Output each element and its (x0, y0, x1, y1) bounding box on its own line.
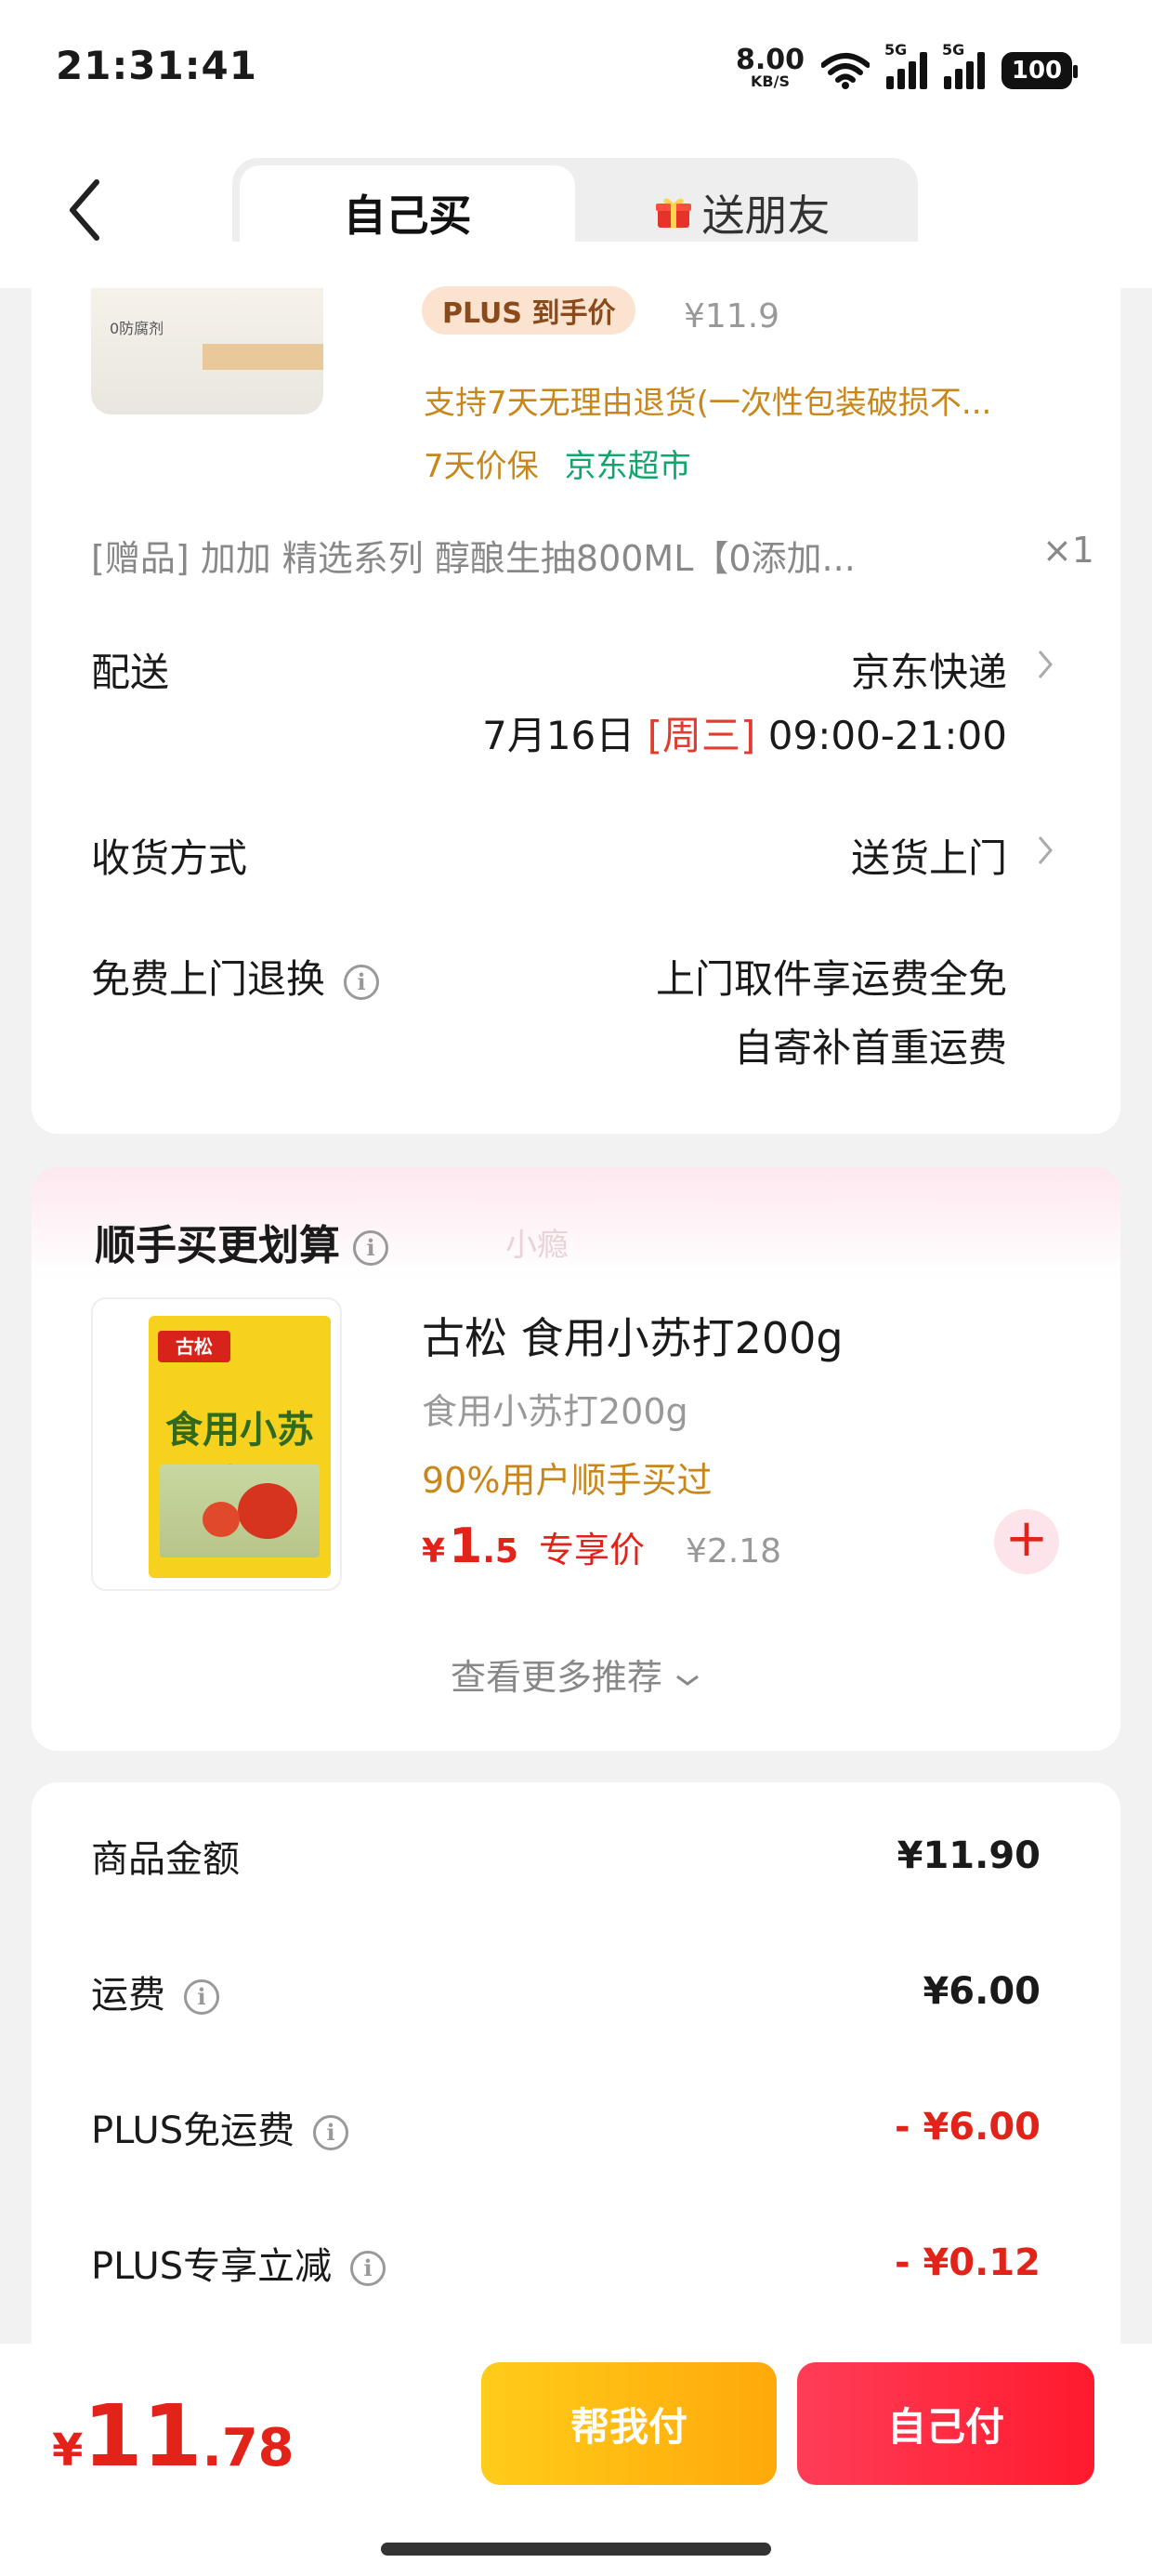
chevron-right-icon[interactable] (1037, 835, 1054, 866)
return-policy: 支持7天无理由退货(一次性包装破损不... (424, 385, 992, 422)
signal-1-label: 5G (884, 41, 908, 59)
price-protect-tag: 7天价保 (424, 448, 539, 485)
recommend-title: 顺手买更划算 (95, 1222, 340, 1269)
chevron-right-icon[interactable] (1037, 649, 1054, 680)
signal-2-label: 5G (942, 41, 965, 59)
info-icon[interactable]: i (344, 964, 380, 1000)
receive-method-label: 收货方式 (91, 835, 248, 881)
info-icon[interactable]: i (350, 2251, 386, 2286)
gift-icon (655, 198, 691, 228)
plus-price-badge: PLUS 到手价 (422, 286, 636, 335)
recommend-product-spec: 食用小苏打200g (422, 1391, 688, 1432)
summary-label: 运费 (91, 1974, 165, 2017)
watermark: 小瘾 (505, 1227, 569, 1264)
summary-label: 商品金额 (91, 1838, 240, 1881)
free-return-label: 免费上门退换 (91, 956, 326, 1002)
status-bar: 21:31:41 8.00 KB/S 5G 5G 100 (0, 0, 1152, 139)
price-integer: 1 (449, 1518, 483, 1574)
price-decimal: .5 (482, 1532, 518, 1571)
recommend-product-price: ¥ 1 .5 专享价 ¥2.18 (422, 1518, 781, 1574)
gift-item-text: [赠品] 加加 精选系列 醇酿生抽800ML【0添加... (91, 538, 856, 579)
network-speed-unit: KB/S (751, 72, 790, 90)
summary-label: PLUS专享立减 (91, 2245, 333, 2288)
summary-row-goods: 商品金额 ¥11.90 (91, 1829, 1041, 1883)
battery-icon: 100 (1001, 52, 1078, 89)
chevron-down-icon (676, 1675, 699, 1686)
summary-value: - ¥0.12 (894, 2241, 1041, 2284)
add-to-order-button[interactable]: + (994, 1509, 1059, 1574)
total-decimal: .78 (202, 2418, 295, 2478)
home-indicator[interactable] (381, 2543, 771, 2556)
service-tags: 7天价保 京东超市 (424, 440, 691, 486)
info-icon[interactable]: i (184, 1979, 219, 2015)
cell-signal-icon: 5G (884, 41, 927, 89)
summary-value: ¥11.90 (897, 1834, 1041, 1877)
receive-method-value[interactable]: 送货上门 (851, 827, 1007, 884)
total-currency: ¥ (52, 2425, 84, 2477)
delivery-label: 配送 (91, 650, 170, 695)
plus-price: ¥11.9 (684, 297, 780, 335)
order-item-card: 0防腐剂 PLUS 到手价 ¥11.9 支持7天无理由退货(一次性包装破损不..… (32, 242, 1120, 1134)
product-thumbnail-caption: 0防腐剂 (110, 320, 164, 337)
delivery-method[interactable]: 京东快递 (851, 641, 1007, 698)
network-speed-value: 8.00 (735, 44, 805, 76)
price-currency: ¥ (422, 1532, 446, 1571)
see-more-label: 查看更多推荐 (450, 1657, 662, 1698)
summary-row-plus-discount: PLUS专享立减 i - ¥0.12 (91, 2236, 1041, 2290)
recommend-product-hint: 90%用户顺手买过 (422, 1460, 713, 1501)
recommend-product-name[interactable]: 古松 食用小苏打200g (422, 1305, 844, 1366)
summary-row-plus-free-shipping: PLUS免运费 i - ¥6.00 (91, 2100, 1041, 2154)
see-more-recommendations[interactable]: 查看更多推荐 (32, 1649, 1120, 1700)
total-integer: 11 (83, 2386, 203, 2486)
price-tag: 专享价 (538, 1530, 645, 1571)
delivery-weekday: [周三] (647, 713, 756, 758)
recommend-title-row: 顺手买更划算 i (95, 1212, 388, 1271)
summary-value: ¥6.00 (923, 1970, 1041, 2013)
tab-buy-self-label: 自己买 (343, 191, 472, 241)
package-brand: 古松 (158, 1331, 230, 1362)
recommend-card: 顺手买更划算 i 小瘾 古松 食用小苏打 古松 食用小苏打200g 食用小苏打20… (32, 1167, 1120, 1751)
clock: 21:31:41 (56, 43, 257, 88)
summary-value: - ¥6.00 (894, 2106, 1041, 2149)
cell-signal-icon: 5G (942, 41, 985, 89)
delivery-time-window: 09:00-21:00 (767, 713, 1007, 758)
recommend-product-image[interactable]: 古松 食用小苏打 (91, 1297, 342, 1591)
product-package: 古松 食用小苏打 (149, 1316, 331, 1578)
help-me-pay-button[interactable]: 帮我付 (481, 2362, 777, 2485)
price-summary-card: 商品金额 ¥11.90 运费 i ¥6.00 PLUS免运费 i - ¥6.00 P… (32, 1782, 1120, 2433)
gift-item-row: [赠品] 加加 精选系列 醇酿生抽800ML【0添加... ×1 (91, 530, 1094, 581)
status-icons: 8.00 KB/S 5G 5G 100 (736, 41, 1078, 89)
gift-item-qty: ×1 (1041, 530, 1094, 571)
free-return-line1: 上门取件享运费全免 (655, 956, 1007, 1002)
back-arrow-icon[interactable] (59, 173, 115, 247)
store-tag: 京东超市 (564, 448, 691, 485)
original-price: ¥2.18 (686, 1532, 782, 1571)
summary-label: PLUS免运费 (91, 2109, 295, 2152)
network-speed: 8.00 KB/S (736, 46, 805, 89)
free-return-label-row: 免费上门退换 i (91, 948, 380, 1005)
info-icon[interactable]: i (353, 1230, 388, 1266)
checkout-bar: ¥ 11 .78 帮我付 自己付 (0, 2344, 1152, 2576)
tab-gift-friend-label: 送朋友 (701, 191, 831, 241)
product-thumbnail[interactable]: 0防腐剂 (91, 288, 323, 414)
wifi-icon (821, 53, 870, 89)
delivery-time[interactable]: 7月16日 [周三] 09:00-21:00 (482, 704, 1007, 761)
pay-myself-button[interactable]: 自己付 (797, 2362, 1094, 2485)
total-price: ¥ 11 .78 (52, 2386, 295, 2486)
summary-row-shipping: 运费 i ¥6.00 (91, 1965, 1041, 2018)
info-icon[interactable]: i (313, 2115, 349, 2150)
free-return-line2: 自寄补首重运费 (733, 1025, 1007, 1071)
delivery-date: 7月16日 (482, 713, 635, 758)
